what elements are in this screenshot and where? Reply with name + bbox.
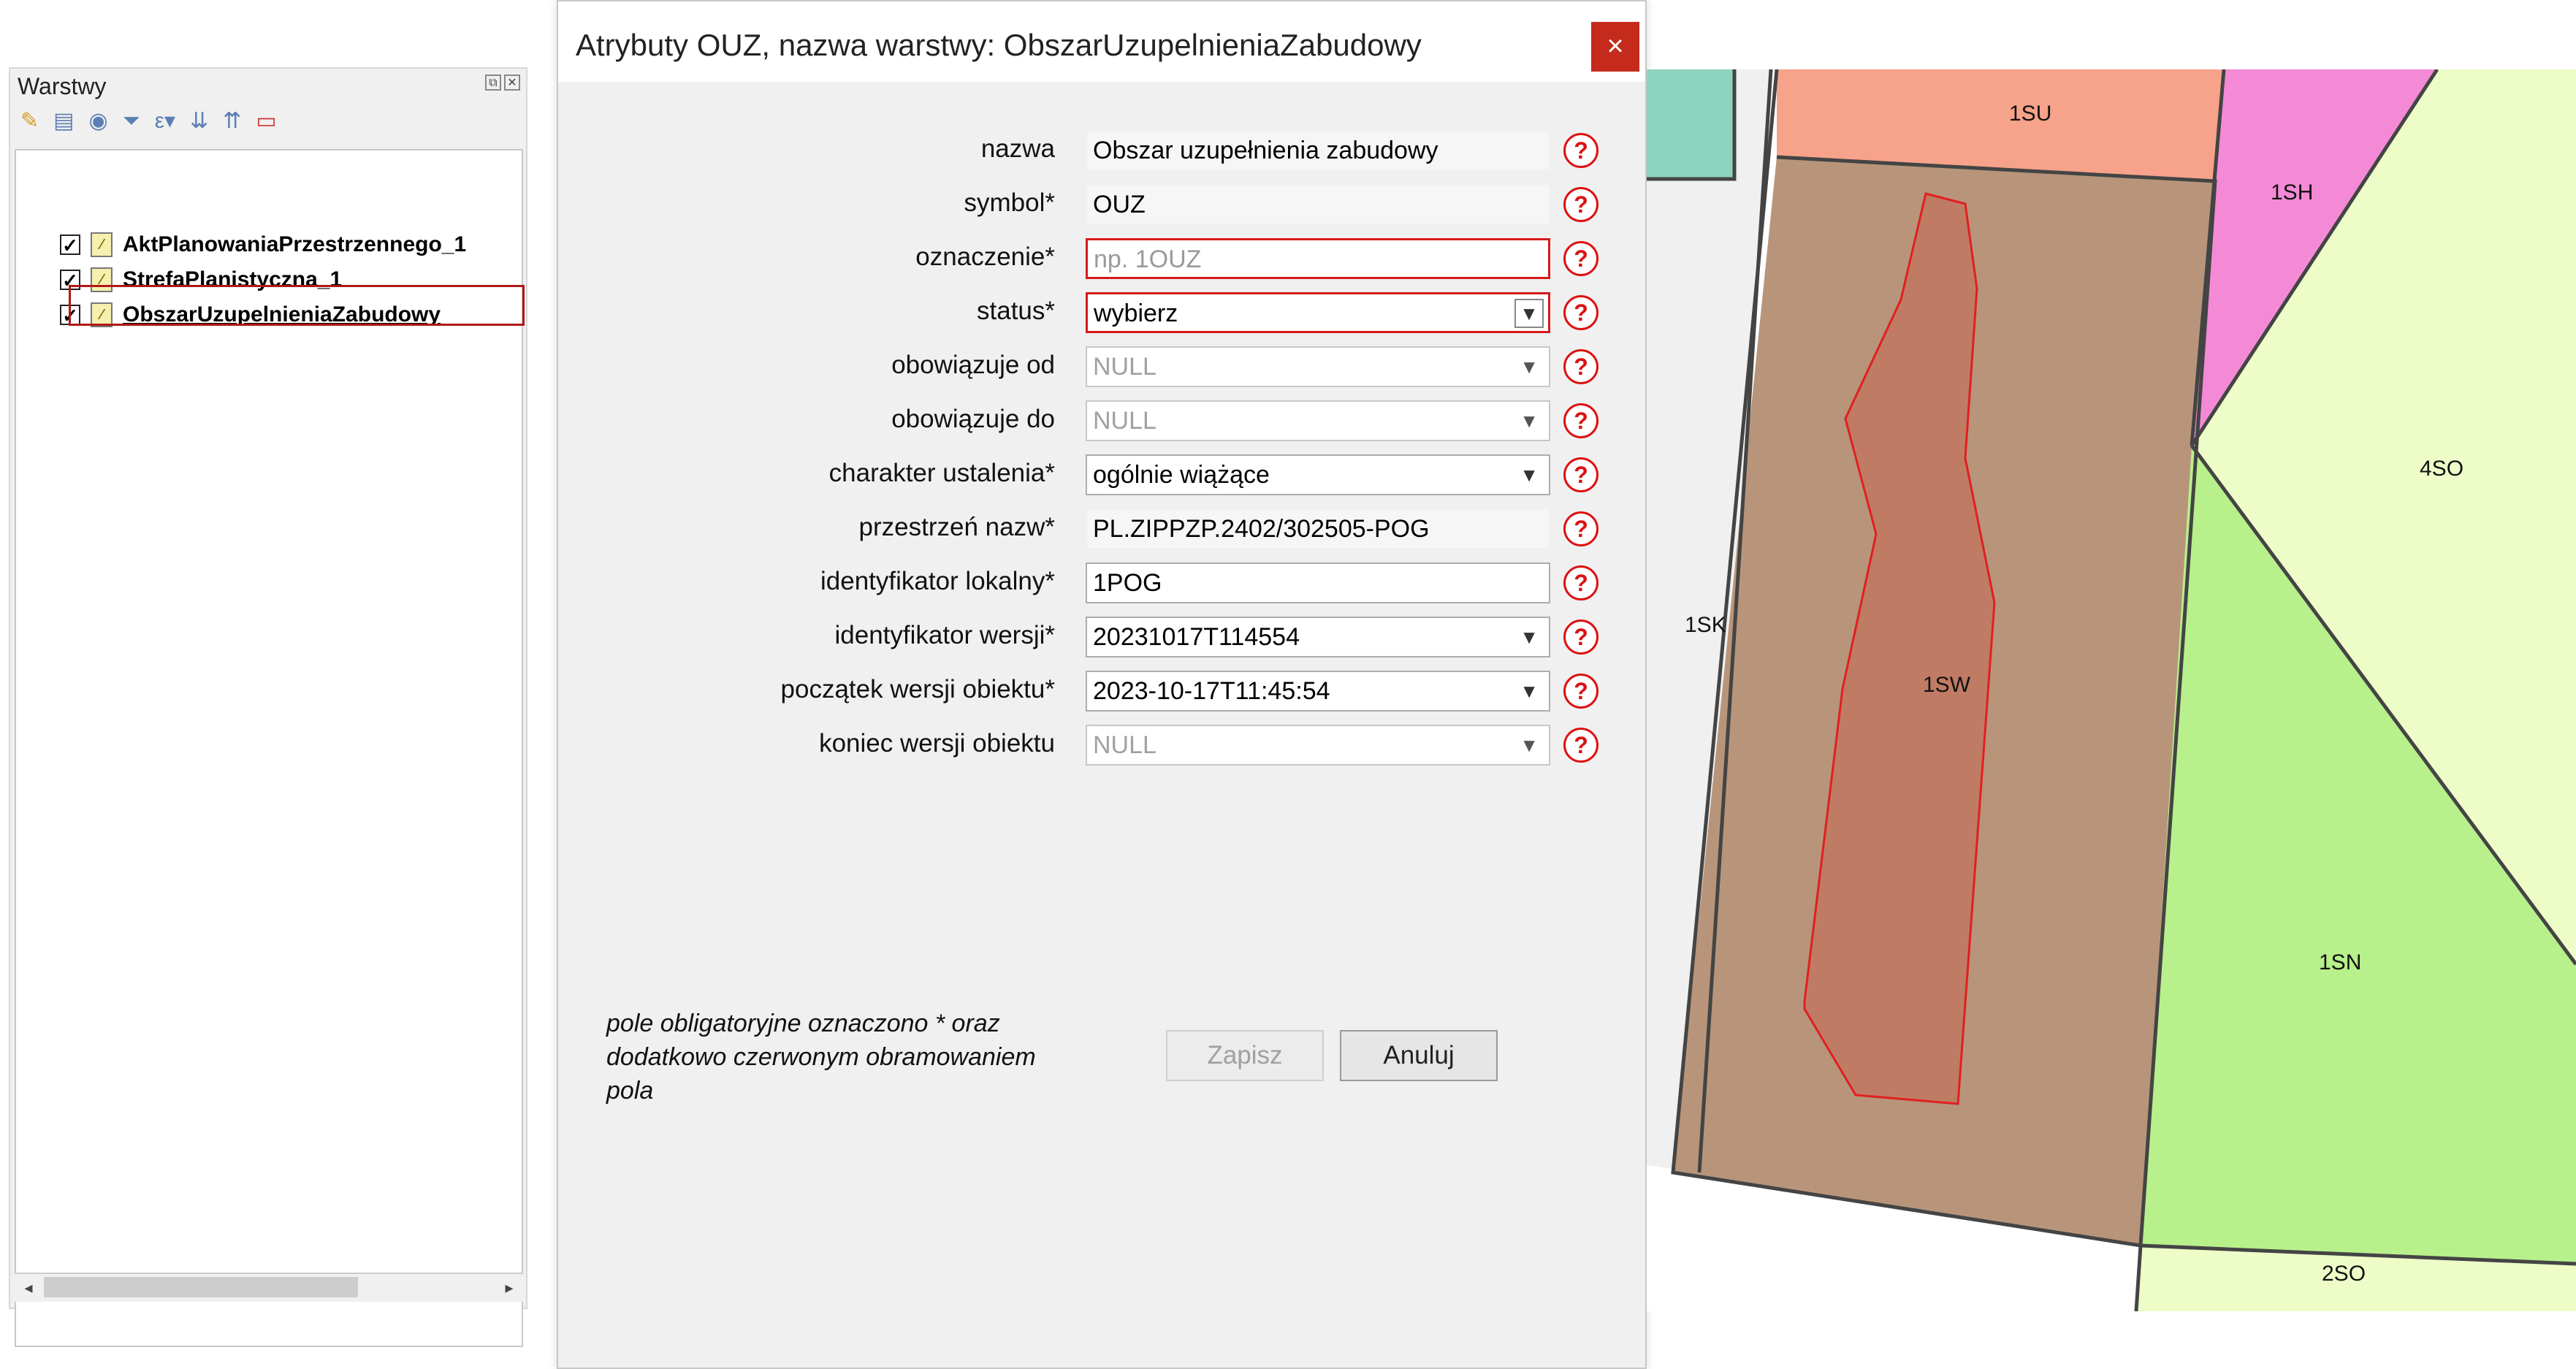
eye-icon[interactable]: ◉: [89, 107, 108, 136]
selected-layer-highlight: [69, 285, 525, 326]
layer-item[interactable]: ✓ ⁄ AktPlanowaniaPrzestrzennego_1: [60, 228, 466, 262]
field-label-nazwa: nazwa: [980, 134, 1055, 163]
layer-checkbox[interactable]: ✓: [60, 234, 80, 255]
field-label-status: status*: [977, 297, 1055, 325]
scrollbar-thumb[interactable]: [44, 1277, 358, 1297]
help-icon[interactable]: ?: [1563, 674, 1598, 709]
close-button[interactable]: ×: [1591, 22, 1639, 72]
map-svg[interactable]: 1SU 1SH 4SO 1SK 1SW 1SN 2SO: [1647, 68, 2576, 1312]
cancel-button[interactable]: Anuluj: [1340, 1030, 1498, 1081]
status-value: wybierz: [1094, 300, 1178, 327]
help-icon[interactable]: ?: [1563, 241, 1598, 276]
identyfikator-wersji-value: 20231017T114554: [1093, 623, 1300, 651]
layers-panel-title: Warstwy: [18, 73, 107, 99]
identyfikator-wersji-select[interactable]: 20231017T114554 ▼: [1086, 617, 1550, 657]
help-icon[interactable]: ?: [1563, 187, 1598, 222]
chevron-down-icon[interactable]: ▼: [1520, 402, 1539, 440]
layers-toolbar: ✎ ▤ ◉ ⏷ ε▾ ⇊ ⇈ ▭: [20, 107, 277, 136]
field-label-koniec-wersji: koniec wersji obiektu: [819, 729, 1055, 758]
paint-brush-icon[interactable]: ✎: [20, 107, 39, 136]
charakter-ustalenia-select[interactable]: ogólnie wiążące ▼: [1086, 454, 1550, 495]
help-icon[interactable]: ?: [1563, 349, 1598, 384]
scroll-right-icon[interactable]: ▸: [498, 1277, 520, 1299]
status-select[interactable]: wybierz ▼: [1086, 292, 1550, 333]
help-icon[interactable]: ?: [1563, 133, 1598, 168]
oznaczenie-placeholder: np. 1OUZ: [1094, 245, 1202, 273]
collapse-icon[interactable]: ⇈: [223, 107, 241, 136]
identyfikator-lokalny-input[interactable]: 1POG: [1086, 563, 1550, 603]
add-layer-icon[interactable]: ▤: [53, 107, 74, 136]
field-label-oznaczenie: oznaczenie*: [915, 243, 1055, 271]
save-button[interactable]: Zapisz: [1166, 1030, 1324, 1081]
symbol-field: OUZ: [1086, 184, 1550, 225]
przestrzen-nazw-field: PL.ZIPPZP.2402/302505-POG: [1086, 508, 1550, 549]
map-area-teal[interactable]: [1647, 69, 1734, 179]
chevron-down-icon[interactable]: ▼: [1514, 299, 1544, 328]
field-label-identyfikator-wersji: identyfikator wersji*: [834, 621, 1056, 649]
scroll-left-icon[interactable]: ◂: [18, 1277, 39, 1299]
field-label-charakter-ustalenia: charakter ustalenia*: [828, 459, 1055, 487]
panel-window-buttons: ⧉ ✕: [485, 75, 520, 91]
layer-name: AktPlanowaniaPrzestrzennego_1: [123, 232, 467, 256]
field-label-symbol: symbol*: [964, 188, 1055, 217]
expression-icon[interactable]: ε▾: [155, 107, 175, 136]
field-label-poczatek-wersji: początek wersji obiektu*: [780, 675, 1055, 703]
layers-panel: Warstwy ⧉ ✕ ✎ ▤ ◉ ⏷ ε▾ ⇊ ⇈ ▭ ✓ ⁄ AktPlan…: [9, 67, 527, 1347]
help-icon[interactable]: ?: [1563, 619, 1598, 655]
map-label-4so: 4SO: [2420, 457, 2463, 481]
map-label-1sk: 1SK: [1685, 613, 1726, 637]
chevron-down-icon[interactable]: ▼: [1520, 348, 1539, 386]
dialog-title: Atrybuty OUZ, nazwa warstwy: ObszarUzupe…: [576, 28, 1422, 62]
help-icon[interactable]: ?: [1563, 728, 1598, 763]
help-icon[interactable]: ?: [1563, 403, 1598, 438]
filter-icon[interactable]: ⏷: [123, 107, 140, 136]
help-icon[interactable]: ?: [1563, 511, 1598, 546]
charakter-ustalenia-value: ogólnie wiążące: [1093, 461, 1270, 489]
field-label-obowiazuje-od: obowiązuje od: [891, 351, 1055, 379]
close-panel-icon[interactable]: ✕: [504, 75, 520, 91]
chevron-down-icon[interactable]: ▼: [1520, 456, 1539, 494]
koniec-wersji-select[interactable]: NULL ▼: [1086, 725, 1550, 766]
map-label-1sw: 1SW: [1923, 673, 1971, 697]
expand-icon[interactable]: ⇊: [190, 107, 208, 136]
koniec-wersji-value: NULL: [1093, 731, 1156, 759]
help-icon[interactable]: ?: [1563, 295, 1598, 330]
chevron-down-icon[interactable]: ▼: [1520, 618, 1539, 656]
field-label-obowiazuje-do: obowiązuje do: [891, 405, 1055, 433]
obowiazuje-do-value: NULL: [1093, 407, 1156, 435]
poczatek-wersji-select[interactable]: 2023-10-17T11:45:54 ▼: [1086, 671, 1550, 712]
help-icon[interactable]: ?: [1563, 457, 1598, 492]
chevron-down-icon[interactable]: ▼: [1520, 726, 1539, 764]
map-label-1sn: 1SN: [2319, 950, 2361, 975]
map-canvas[interactable]: 1SU 1SH 4SO 1SK 1SW 1SN 2SO: [1647, 68, 2576, 1312]
required-fields-note: pole obligatoryjne oznaczono * oraz doda…: [606, 1010, 1036, 1105]
nazwa-field: Obszar uzupełnienia zabudowy: [1086, 130, 1550, 171]
field-label-identyfikator-lokalny: identyfikator lokalny*: [820, 567, 1055, 595]
map-label-1sh: 1SH: [2271, 180, 2313, 205]
chevron-down-icon[interactable]: ▼: [1520, 672, 1539, 710]
map-label-1su: 1SU: [2009, 102, 2051, 126]
poczatek-wersji-value: 2023-10-17T11:45:54: [1093, 677, 1330, 705]
horizontal-scrollbar[interactable]: ◂ ▸: [15, 1273, 523, 1302]
polygon-layer-icon: ⁄: [91, 232, 113, 257]
remove-layer-icon[interactable]: ▭: [256, 107, 276, 136]
dialog-titlebar: Atrybuty OUZ, nazwa warstwy: ObszarUzupe…: [558, 1, 1645, 82]
obowiazuje-od-select[interactable]: NULL ▼: [1086, 346, 1550, 387]
help-icon[interactable]: ?: [1563, 565, 1598, 600]
oznaczenie-input[interactable]: np. 1OUZ: [1086, 238, 1550, 279]
float-panel-icon[interactable]: ⧉: [485, 75, 501, 91]
obowiazuje-od-value: NULL: [1093, 353, 1156, 381]
obowiazuje-do-select[interactable]: NULL ▼: [1086, 400, 1550, 441]
field-label-przestrzen-nazw: przestrzeń nazw*: [858, 513, 1055, 541]
attributes-dialog: Atrybuty OUZ, nazwa warstwy: ObszarUzupe…: [557, 0, 1647, 1369]
layers-tree[interactable]: ✓ ⁄ AktPlanowaniaPrzestrzennego_1 ✓ ⁄ St…: [15, 149, 523, 1347]
map-label-2so: 2SO: [2322, 1262, 2366, 1286]
